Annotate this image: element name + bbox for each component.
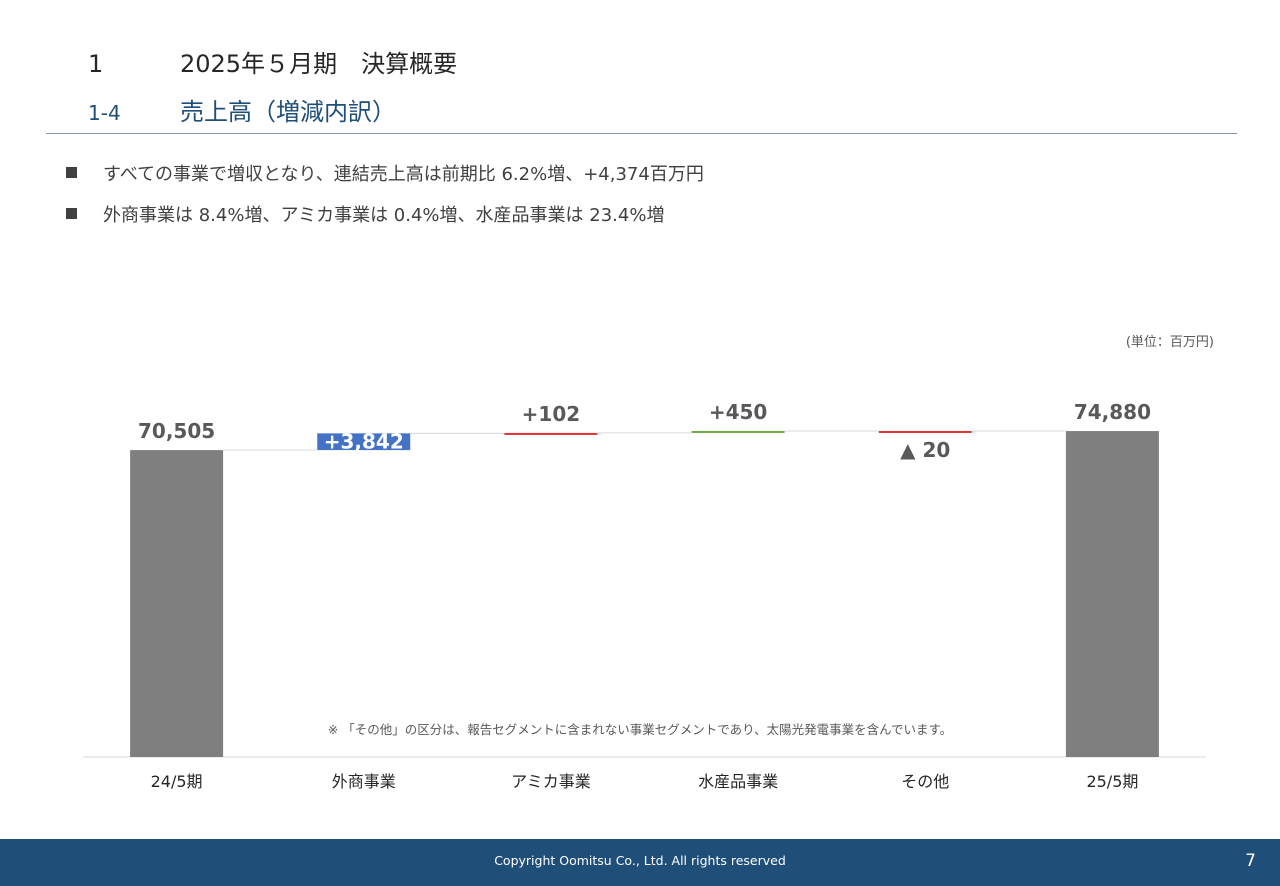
footer-bar: Copyright Oomitsu Co., Ltd. All rights r… [0, 839, 1280, 886]
page-title: 1-4 売上高（増減内訳） [88, 92, 396, 127]
page-number: 7 [1245, 851, 1256, 871]
section-heading: 1 2025年５月期 決算概要 [88, 44, 457, 79]
section-title: 2025年５月期 決算概要 [180, 50, 458, 78]
category-label: 外商事業 [332, 772, 396, 791]
chart-footnote: ※ 「その他」の区分は、報告セグメントに含まれない事業セグメントであり、太陽光発… [327, 722, 953, 737]
category-label: その他 [901, 772, 949, 791]
waterfall-bar [130, 450, 224, 757]
bullet-text: 外商事業は 8.4%増、アミカ事業は 0.4%増、水産品事業は 23.4%増 [103, 205, 665, 226]
bullet-item: 外商事業は 8.4%増、アミカ事業は 0.4%増、水産品事業は 23.4%増 [66, 203, 704, 244]
waterfall-bar [691, 430, 785, 433]
bullet-square-icon [66, 167, 77, 178]
data-label: +450 [709, 400, 768, 424]
waterfall-bar [1065, 431, 1159, 757]
category-label: 水産品事業 [698, 772, 778, 791]
bullet-square-icon [66, 208, 77, 219]
category-label: 25/5期 [1086, 772, 1138, 791]
copyright-text: Copyright Oomitsu Co., Ltd. All rights r… [494, 853, 786, 868]
waterfall-bar [504, 432, 598, 435]
waterfall-chart: 70,505 24/5期 +3,842 外商事業 +102 アミカ事業 +450 水産品事業 ▲… [83, 400, 1206, 791]
bullet-text: すべての事業で増収となり、連結売上高は前期比 6.2%増、+4,374百万円 [103, 164, 704, 185]
subsection-number: 1-4 [88, 101, 121, 125]
summary-bullets: すべての事業で増収となり、連結売上高は前期比 6.2%増、+4,374百万円 外… [66, 162, 704, 244]
data-label: ▲ 20 [900, 438, 950, 462]
subsection-title: 売上高（増減内訳） [180, 98, 396, 126]
unit-note: (単位：百万円) [1125, 335, 1214, 350]
data-label: 70,505 [138, 419, 215, 443]
section-number: 1 [88, 50, 104, 78]
category-label: アミカ事業 [511, 772, 591, 791]
waterfall-bar [878, 430, 972, 433]
data-label: +3,842 [324, 430, 404, 454]
data-label: +102 [522, 402, 581, 426]
data-label: 74,880 [1074, 400, 1151, 424]
category-label: 24/5期 [151, 772, 203, 791]
bullet-item: すべての事業で増収となり、連結売上高は前期比 6.2%増、+4,374百万円 [66, 162, 704, 203]
title-divider [46, 133, 1237, 134]
